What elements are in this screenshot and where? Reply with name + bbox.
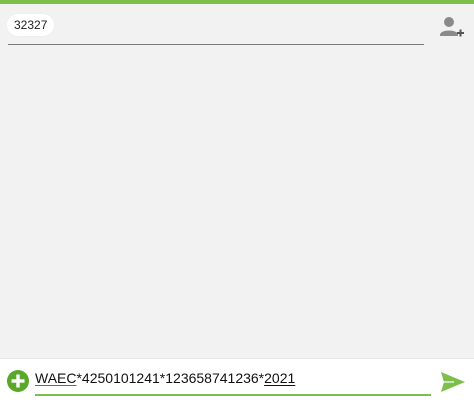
message-input[interactable]: WAEC*4250101241*123658741236*2021 bbox=[35, 367, 431, 396]
recipient-chip[interactable]: 32327 bbox=[7, 14, 55, 36]
recipient-bar: 32327 bbox=[0, 4, 474, 48]
message-word-waec: WAEC bbox=[35, 370, 77, 386]
message-thread-area bbox=[0, 48, 474, 358]
attach-button[interactable] bbox=[6, 369, 30, 393]
message-word-year: 2021 bbox=[264, 370, 296, 386]
add-contact-button[interactable] bbox=[437, 13, 465, 41]
plus-circle-icon bbox=[7, 370, 29, 392]
person-add-icon bbox=[440, 17, 464, 37]
message-input-underline bbox=[35, 394, 431, 396]
message-text: WAEC*4250101241*123658741236*2021 bbox=[35, 369, 295, 387]
recipient-field-underline bbox=[8, 44, 424, 45]
message-code-segment: *4250101241*123658741236* bbox=[76, 370, 265, 386]
send-arrow-icon bbox=[441, 372, 465, 392]
recipient-number: 32327 bbox=[14, 18, 48, 32]
send-button[interactable] bbox=[440, 371, 466, 393]
compose-bar: WAEC*4250101241*123658741236*2021 bbox=[0, 358, 474, 404]
